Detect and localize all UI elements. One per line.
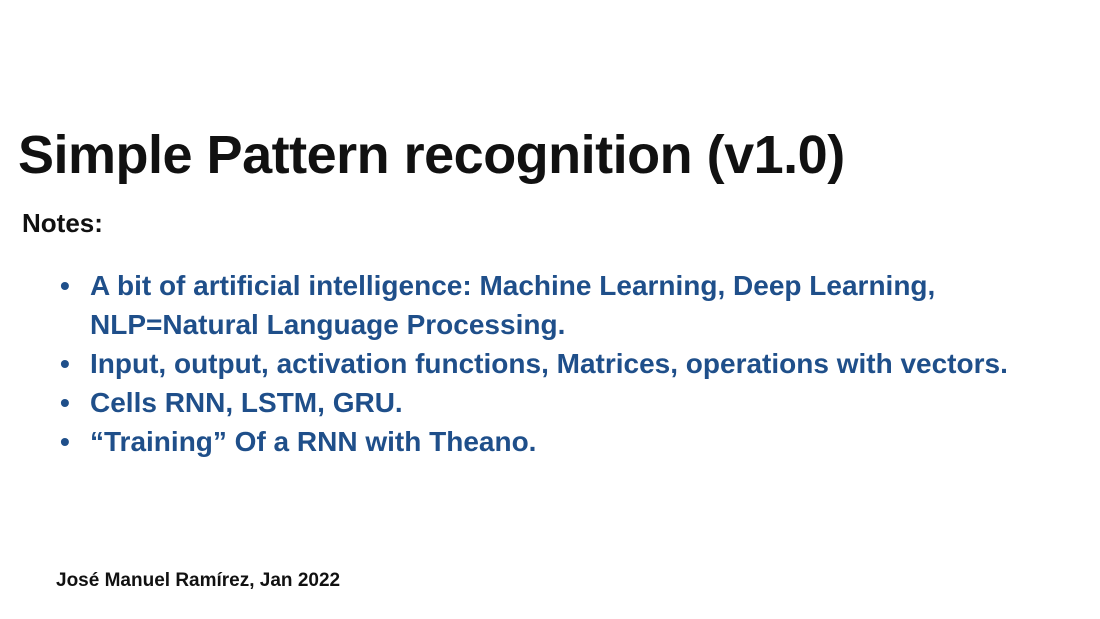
bullet-item: • A bit of artificial intelligence: Mach… — [60, 266, 1060, 344]
slide: Simple Pattern recognition (v1.0) Notes:… — [0, 0, 1100, 619]
bullet-item: • “Training” Of a RNN with Theano. — [60, 422, 1060, 461]
slide-title: Simple Pattern recognition (v1.0) — [18, 125, 845, 185]
bullet-item: • Input, output, activation functions, M… — [60, 344, 1060, 383]
bullet-icon: • — [60, 348, 70, 379]
bullet-item: • Cells RNN, LSTM, GRU. — [60, 383, 1060, 422]
bullet-text: Cells RNN, LSTM, GRU. — [90, 387, 403, 418]
bullet-text: “Training” Of a RNN with Theano. — [90, 426, 537, 457]
bullet-text: A bit of artificial intelligence: Machin… — [90, 270, 936, 340]
author-credit: José Manuel Ramírez, Jan 2022 — [56, 570, 341, 591]
bullet-icon: • — [60, 387, 70, 418]
notes-label: Notes: — [22, 208, 103, 238]
bullet-text: Input, output, activation functions, Mat… — [90, 348, 1008, 379]
bullet-icon: • — [60, 426, 70, 457]
bullet-list: • A bit of artificial intelligence: Mach… — [60, 266, 1060, 461]
bullet-icon: • — [60, 270, 70, 301]
